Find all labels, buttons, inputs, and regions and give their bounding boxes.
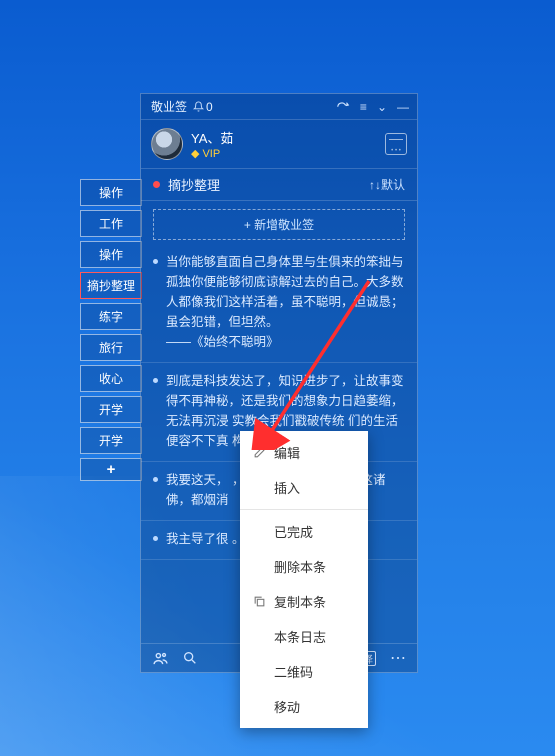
sort-toggle[interactable]: ↑↓默认	[369, 176, 405, 193]
caret-down-icon[interactable]: ⌄	[377, 100, 387, 114]
ctx-copy[interactable]: 复制本条	[240, 584, 368, 619]
ctx-log[interactable]: 本条日志	[240, 619, 368, 654]
side-tab[interactable]: 工作	[80, 210, 142, 237]
calendar-icon[interactable]	[385, 133, 407, 155]
ctx-delete[interactable]: 删除本条	[240, 549, 368, 584]
copy-icon	[252, 595, 266, 609]
ctx-qr-label: 二维码	[274, 662, 313, 681]
ctx-copy-label: 复制本条	[274, 592, 326, 611]
add-note-button[interactable]: + 新增敬业签	[153, 209, 405, 240]
section-header: 摘抄整理 ↑↓默认	[141, 168, 417, 201]
vip-label: VIP	[202, 148, 220, 160]
ctx-done-label: 已完成	[274, 522, 313, 541]
ctx-insert[interactable]: 插入	[240, 470, 368, 505]
profile-row: YA、茹 ◆ VIP	[141, 120, 417, 168]
ctx-edit[interactable]: 编辑	[240, 435, 368, 470]
avatar[interactable]	[151, 128, 183, 160]
note-text: 当你能够直面自己身体里与生俱来的笨拙与孤独你便能够彻底谅解过去的自己。大多数人都…	[166, 252, 405, 352]
search-icon[interactable]	[181, 649, 199, 667]
blank-icon	[252, 481, 266, 495]
blank-icon	[252, 630, 266, 644]
bullet-icon	[153, 259, 158, 264]
side-tab[interactable]: 收心	[80, 365, 142, 392]
bullet-icon	[153, 378, 158, 383]
user-name: YA、茹	[191, 128, 233, 147]
ctx-move[interactable]: 移动	[240, 689, 368, 724]
category-tabs: 操作 工作 操作 摘抄整理 练字 旅行 收心 开学 开学 +	[80, 179, 142, 481]
ctx-log-label: 本条日志	[274, 627, 326, 646]
separator	[240, 509, 368, 510]
ctx-insert-label: 插入	[274, 478, 300, 497]
edit-icon	[252, 446, 266, 460]
ctx-delete-label: 删除本条	[274, 557, 326, 576]
blank-icon	[252, 560, 266, 574]
sync-icon[interactable]	[336, 98, 350, 115]
bullet-icon	[153, 536, 158, 541]
side-tab[interactable]: 操作	[80, 241, 142, 268]
side-tab[interactable]: 练字	[80, 303, 142, 330]
minimize-icon[interactable]: —	[397, 100, 409, 114]
side-tab[interactable]: 开学	[80, 396, 142, 423]
app-title: 敬业签	[151, 98, 187, 115]
note-item[interactable]: 当你能够直面自己身体里与生俱来的笨拙与孤独你便能够彻底谅解过去的自己。大多数人都…	[141, 244, 417, 363]
notif-count: 0	[206, 100, 213, 114]
menu-icon[interactable]: ≡	[360, 100, 367, 114]
side-tab[interactable]: 开学	[80, 427, 142, 454]
ctx-edit-label: 编辑	[274, 443, 300, 462]
section-title: 摘抄整理	[168, 175, 369, 194]
ctx-move-label: 移动	[274, 697, 300, 716]
context-menu: 编辑 插入 已完成 删除本条 复制本条 本条日志 二维码 移动	[240, 431, 368, 728]
diamond-icon: ◆	[191, 147, 199, 160]
more-icon[interactable]: ⋯	[389, 649, 407, 667]
blank-icon	[252, 665, 266, 679]
bell-icon[interactable]: 0	[193, 100, 213, 114]
titlebar: 敬业签 0 ≡ ⌄ —	[141, 94, 417, 120]
side-tab-active[interactable]: 摘抄整理	[80, 272, 142, 299]
bullet-icon	[153, 477, 158, 482]
vip-badge: ◆ VIP	[191, 147, 233, 160]
side-tab[interactable]: 旅行	[80, 334, 142, 361]
blank-icon	[252, 700, 266, 714]
side-tab-add[interactable]: +	[80, 458, 142, 481]
section-dot-icon	[153, 181, 160, 188]
ctx-qr[interactable]: 二维码	[240, 654, 368, 689]
blank-icon	[252, 525, 266, 539]
team-icon[interactable]	[151, 649, 169, 667]
ctx-done[interactable]: 已完成	[240, 514, 368, 549]
side-tab[interactable]: 操作	[80, 179, 142, 206]
